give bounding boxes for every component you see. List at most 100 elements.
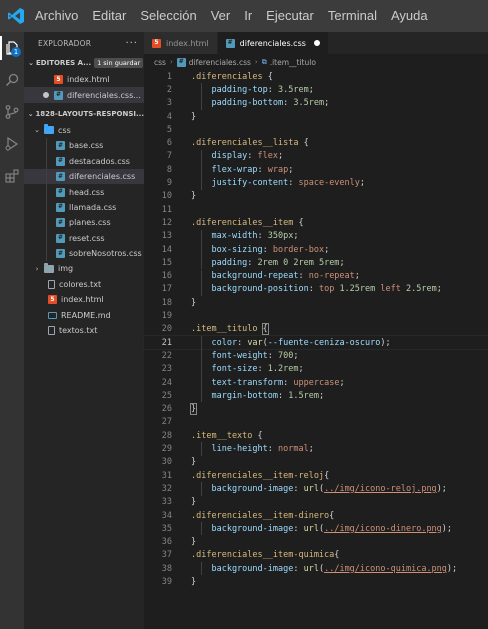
code-token: } (191, 111, 197, 122)
breadcrumb-folder[interactable]: css (154, 58, 166, 67)
code-line[interactable]: 21 color: var(--fuente-ceniza-oscuro); (143, 334, 488, 351)
code-line[interactable]: 23 font-size: 1.2rem; (144, 362, 488, 376)
code-line[interactable]: 14 box-sizing: border-box; (144, 242, 488, 257)
breadcrumb-symbol[interactable]: .item__titulo (270, 58, 316, 67)
code-line[interactable]: 33} (144, 496, 488, 509)
breadcrumb-file[interactable]: diferenciales.css (189, 58, 251, 67)
menu-item[interactable]: Ejecutar (259, 0, 321, 32)
menu-item[interactable]: Ver (204, 0, 238, 32)
code-token: ; (308, 84, 314, 95)
open-editor-item-diferenciales-css[interactable]: # diferenciales.css... (24, 87, 144, 103)
code-line[interactable]: 16 background-repeat: no-repeat; (144, 269, 488, 283)
code-line[interactable]: 29 line-height: normal; (144, 442, 488, 456)
file-item[interactable]: # destacados.css (24, 153, 144, 169)
code-line[interactable]: 39} (144, 575, 488, 588)
code-line[interactable]: 34 .diferenciales__item-dinero{ (144, 509, 488, 522)
folder-label: css (58, 125, 71, 135)
code-line[interactable]: 18} (144, 296, 488, 309)
open-editors-section[interactable]: ⌄ EDITORES A... 1 sin guardar (24, 54, 144, 72)
project-section[interactable]: ⌄ 1828-LAYOUTS-RESPONSI... (24, 105, 144, 123)
code-line[interactable]: 8 flex-wrap: wrap; (144, 163, 488, 177)
menu-item[interactable]: Ayuda (384, 0, 435, 32)
code-line[interactable]: 35 background-image: url(../img/icono-di… (144, 522, 488, 536)
code-token: var (247, 337, 263, 348)
code-line[interactable]: 26} (144, 403, 488, 416)
code-line[interactable]: 11 (144, 203, 488, 216)
code-line[interactable]: 10} (144, 190, 488, 203)
code-token: 3.5rem (278, 84, 309, 95)
code-token: } (191, 297, 197, 308)
code-line[interactable]: 7 display: flex; (144, 149, 488, 164)
code-line[interactable]: 12 .diferenciales__item { (144, 216, 488, 229)
file-item[interactable]: # base.css (24, 138, 144, 154)
file-item[interactable]: # diferenciales.css (24, 168, 144, 185)
folder-css[interactable]: ⌄ css (24, 123, 144, 138)
code-line[interactable]: 2 padding-top: 3.5rem; (144, 83, 488, 97)
code-token: : (267, 444, 279, 455)
menu-item[interactable]: Ir (237, 0, 259, 32)
file-item[interactable]: colores.txt (24, 277, 144, 292)
code-token: background-position (191, 284, 309, 295)
code-line[interactable]: 22 font-weight: 700; (144, 349, 488, 363)
menu-item[interactable]: Terminal (321, 0, 384, 32)
code-line[interactable]: 17 background-position: top 1.25rem left… (144, 282, 488, 297)
code-line[interactable]: 25 margin-bottom: 1.5rem; (144, 389, 488, 403)
code-token: 1.25rem (339, 284, 376, 295)
tab-diferenciales-css[interactable]: # diferenciales.css (217, 32, 329, 54)
code-line[interactable]: 9 justify-content: space-evenly; (144, 176, 488, 190)
code-text: max-width: 350px; (191, 231, 298, 241)
code-line[interactable]: 13 max-width: 350px; (144, 229, 488, 243)
extensions-icon[interactable] (0, 160, 24, 192)
code-line[interactable]: 36} (144, 536, 488, 549)
code-token: : (283, 377, 294, 388)
code-token: padding-bottom (191, 98, 284, 109)
menu-item[interactable]: Archivo (32, 0, 85, 32)
file-item[interactable]: # reset.css (24, 230, 144, 246)
code-token: ); (446, 563, 458, 574)
code-line[interactable]: 3 padding-bottom: 3.5rem; (144, 96, 488, 110)
code-token: : (257, 164, 268, 175)
unsaved-dot-icon[interactable] (313, 40, 320, 46)
search-icon[interactable] (0, 64, 24, 96)
code-line[interactable]: 15 padding: 2rem 0 2rem 5rem; (144, 256, 488, 270)
code-line[interactable]: 27 (144, 416, 488, 429)
code-line[interactable]: 31 .diferenciales__item-reloj{ (144, 469, 488, 482)
code-text: .diferenciales__lista { (191, 138, 309, 148)
tab-index-html[interactable]: 5 index.html (144, 32, 218, 54)
code-line[interactable]: 6 .diferenciales__lista { (144, 137, 488, 150)
file-item[interactable]: # llamada.css (24, 199, 144, 216)
file-item[interactable]: # head.css (24, 184, 144, 200)
menu-item[interactable]: Selección (133, 0, 203, 32)
code-line[interactable]: 4} (144, 110, 488, 123)
code-token: normal (278, 444, 309, 455)
code-line[interactable]: 30} (144, 456, 488, 469)
file-label: base.css (69, 141, 104, 151)
run-debug-icon[interactable] (0, 128, 24, 160)
file-item[interactable]: # sobreNosotros.css (24, 245, 144, 262)
folder-img[interactable]: › img (24, 261, 144, 276)
code-text: background-position: top 1.25rem left 2.… (191, 284, 441, 295)
file-item[interactable]: textos.txt (24, 323, 144, 338)
open-editor-item-index-html[interactable]: 5 index.html (24, 72, 144, 87)
code-line[interactable]: 38 background-image: url(../img/icono-qu… (144, 562, 488, 576)
file-item[interactable]: 5 index.html (24, 292, 144, 307)
file-item[interactable]: # planes.css (24, 215, 144, 231)
code-line[interactable]: 20 .item__titulo { (144, 323, 488, 336)
activity-bar: 1 (0, 32, 24, 629)
code-text: } (189, 403, 198, 416)
menu-item[interactable]: Editar (85, 0, 133, 32)
code-line[interactable]: 32 background-image: url(../img/icono-re… (144, 482, 488, 496)
code-line[interactable]: 1 .diferenciales { (144, 70, 488, 83)
code-token: ; (288, 164, 294, 175)
line-number: 26 (161, 404, 172, 415)
code-line[interactable]: 24 text-transform: uppercase; (144, 375, 488, 390)
code-line[interactable]: 37 .diferenciales__item-quimica{ (144, 549, 488, 562)
code-line[interactable]: 5 (144, 123, 488, 136)
code-editor[interactable]: 1 .diferenciales {2 padding-top: 3.5rem; 3… (143, 70, 488, 629)
code-line[interactable]: 28 .item__texto { (144, 429, 488, 442)
explorer-icon[interactable]: 1 (0, 32, 24, 64)
file-item[interactable]: README.md (24, 307, 144, 322)
source-control-icon[interactable] (0, 96, 24, 128)
more-actions-icon[interactable]: ··· (125, 38, 138, 49)
code-line[interactable]: 19 (144, 309, 488, 322)
